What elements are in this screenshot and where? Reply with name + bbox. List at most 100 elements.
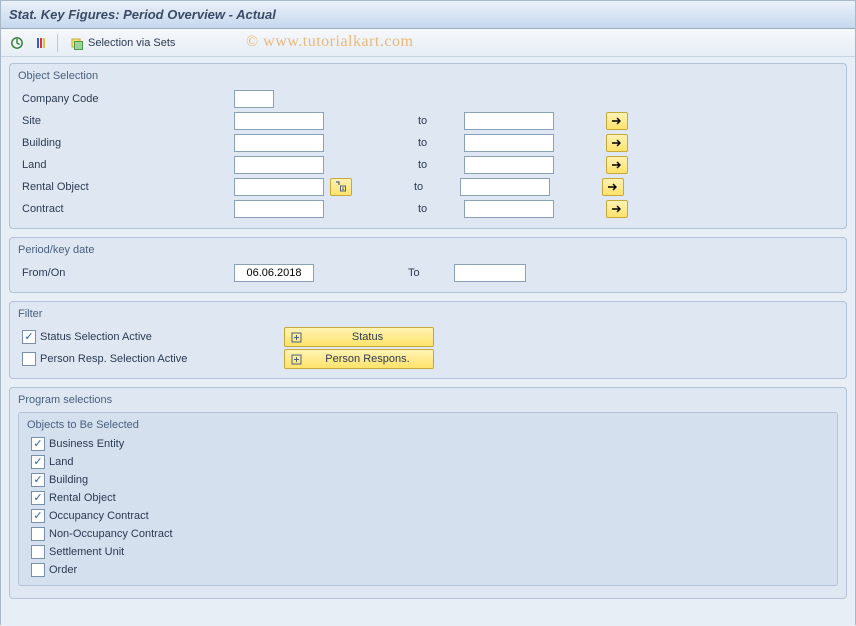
program-selections-title: Program selections bbox=[18, 392, 838, 412]
clock-execute-icon bbox=[10, 36, 24, 50]
obj-label-0: Business Entity bbox=[49, 438, 124, 450]
label-rental-object-to: to bbox=[414, 181, 454, 193]
input-period-to[interactable] bbox=[454, 264, 526, 282]
content-area: Object Selection Company Code Site to Bu… bbox=[1, 57, 855, 626]
input-site-from[interactable] bbox=[234, 112, 324, 130]
search-help-icon bbox=[335, 181, 347, 193]
toolbar: Selection via Sets © www.tutorialkart.co… bbox=[1, 29, 855, 57]
input-building-to[interactable] bbox=[464, 134, 554, 152]
status-button[interactable]: Status bbox=[284, 327, 434, 347]
object-selection-title: Object Selection bbox=[18, 68, 838, 88]
input-from-on[interactable] bbox=[234, 264, 314, 282]
arrow-right-icon bbox=[611, 160, 623, 170]
person-respons-button-label: Person Respons. bbox=[308, 353, 427, 365]
obj-row-2: ✓ Building bbox=[27, 471, 829, 489]
page-title: Stat. Key Figures: Period Overview - Act… bbox=[9, 7, 276, 22]
obj-label-5: Non-Occupancy Contract bbox=[49, 528, 173, 540]
checkbox-order[interactable] bbox=[31, 563, 45, 577]
status-button-label: Status bbox=[308, 331, 427, 343]
label-land-to: to bbox=[418, 159, 458, 171]
row-site: Site to bbox=[18, 110, 838, 132]
obj-label-6: Settlement Unit bbox=[49, 546, 124, 558]
label-site: Site bbox=[18, 115, 228, 127]
search-help-rental-object[interactable] bbox=[330, 178, 352, 196]
label-rental-object: Rental Object bbox=[18, 181, 228, 193]
variant-icon bbox=[34, 36, 48, 50]
arrow-right-icon bbox=[611, 138, 623, 148]
label-person-active: Person Resp. Selection Active bbox=[40, 353, 187, 365]
selection-via-sets-label: Selection via Sets bbox=[88, 37, 175, 49]
checkbox-land-obj[interactable]: ✓ bbox=[31, 455, 45, 469]
checkbox-building-obj[interactable]: ✓ bbox=[31, 473, 45, 487]
object-selection-group: Object Selection Company Code Site to Bu… bbox=[9, 63, 847, 229]
input-rental-object-from[interactable] bbox=[234, 178, 324, 196]
label-site-to: to bbox=[418, 115, 458, 127]
obj-row-5: Non-Occupancy Contract bbox=[27, 525, 829, 543]
label-person-active-wrap: Person Resp. Selection Active bbox=[18, 352, 228, 366]
label-from-on: From/On bbox=[18, 267, 228, 279]
variant-button[interactable] bbox=[31, 33, 51, 53]
person-respons-button[interactable]: Person Respons. bbox=[284, 349, 434, 369]
objects-to-be-selected: Objects to Be Selected ✓Business Entity … bbox=[18, 412, 838, 586]
input-land-to[interactable] bbox=[464, 156, 554, 174]
expand-icon bbox=[291, 354, 302, 365]
toolbar-separator bbox=[57, 34, 58, 52]
obj-label-1: Land bbox=[49, 456, 73, 468]
row-status-active: ✓ Status Selection Active Status bbox=[18, 326, 838, 348]
obj-row-4: ✓ Occupancy Contract bbox=[27, 507, 829, 525]
input-company-code[interactable] bbox=[234, 90, 274, 108]
checkbox-status-active[interactable]: ✓ bbox=[22, 330, 36, 344]
obj-row-1: ✓ Land bbox=[27, 453, 829, 471]
obj-row-3: ✓ Rental Object bbox=[27, 489, 829, 507]
arrow-right-icon bbox=[607, 182, 619, 192]
obj-row-6: Settlement Unit bbox=[27, 543, 829, 561]
input-contract-to[interactable] bbox=[464, 200, 554, 218]
expand-icon bbox=[291, 332, 302, 343]
filter-group: Filter ✓ Status Selection Active Status … bbox=[9, 301, 847, 379]
label-contract-to: to bbox=[418, 203, 458, 215]
label-building-to: to bbox=[418, 137, 458, 149]
obj-label-2: Building bbox=[49, 474, 88, 486]
sets-icon bbox=[70, 36, 84, 50]
selection-via-sets-button[interactable]: Selection via Sets bbox=[64, 33, 181, 53]
input-site-to[interactable] bbox=[464, 112, 554, 130]
label-status-active-wrap: ✓ Status Selection Active bbox=[18, 330, 228, 344]
checkbox-occupancy-contract[interactable]: ✓ bbox=[31, 509, 45, 523]
row-rental-object: Rental Object to bbox=[18, 176, 838, 198]
input-land-from[interactable] bbox=[234, 156, 324, 174]
obj-row-0: ✓ Business Entity bbox=[27, 435, 829, 453]
label-status-active: Status Selection Active bbox=[40, 331, 152, 343]
input-contract-from[interactable] bbox=[234, 200, 324, 218]
label-contract: Contract bbox=[18, 203, 228, 215]
arrow-right-icon bbox=[611, 204, 623, 214]
label-period-to: To bbox=[408, 267, 448, 279]
obj-label-3: Rental Object bbox=[49, 492, 116, 504]
multi-select-site[interactable] bbox=[606, 112, 628, 130]
objects-subtitle: Objects to Be Selected bbox=[27, 417, 829, 435]
checkbox-non-occupancy-contract[interactable] bbox=[31, 527, 45, 541]
row-land: Land to bbox=[18, 154, 838, 176]
filter-title: Filter bbox=[18, 306, 838, 326]
multi-select-contract[interactable] bbox=[606, 200, 628, 218]
title-bar: Stat. Key Figures: Period Overview - Act… bbox=[1, 1, 855, 29]
label-building: Building bbox=[18, 137, 228, 149]
checkbox-settlement-unit[interactable] bbox=[31, 545, 45, 559]
row-period: From/On To bbox=[18, 262, 838, 284]
obj-row-7: Order bbox=[27, 561, 829, 579]
input-building-from[interactable] bbox=[234, 134, 324, 152]
obj-label-7: Order bbox=[49, 564, 77, 576]
obj-label-4: Occupancy Contract bbox=[49, 510, 149, 522]
checkbox-person-active[interactable] bbox=[22, 352, 36, 366]
program-selections-group: Program selections Objects to Be Selecte… bbox=[9, 387, 847, 599]
row-company-code: Company Code bbox=[18, 88, 838, 110]
input-rental-object-to[interactable] bbox=[460, 178, 550, 196]
checkbox-business-entity[interactable]: ✓ bbox=[31, 437, 45, 451]
execute-button[interactable] bbox=[7, 33, 27, 53]
multi-select-building[interactable] bbox=[606, 134, 628, 152]
watermark: © www.tutorialkart.com bbox=[246, 33, 413, 51]
period-title: Period/key date bbox=[18, 242, 838, 262]
multi-select-land[interactable] bbox=[606, 156, 628, 174]
period-group: Period/key date From/On To bbox=[9, 237, 847, 293]
checkbox-rental-object-obj[interactable]: ✓ bbox=[31, 491, 45, 505]
multi-select-rental-object[interactable] bbox=[602, 178, 624, 196]
